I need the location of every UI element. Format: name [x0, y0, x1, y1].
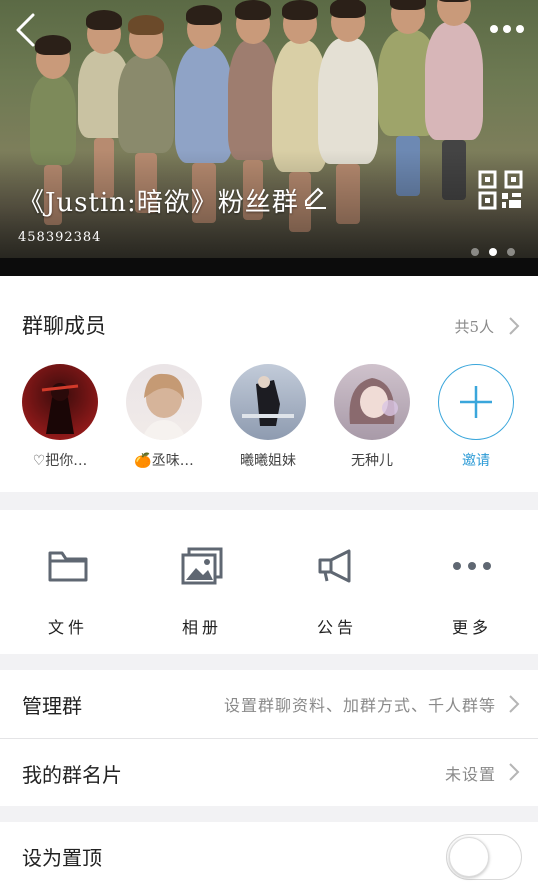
back-button[interactable]	[10, 12, 40, 48]
carousel-indicator	[471, 248, 515, 256]
member-item[interactable]: 无种儿	[334, 364, 410, 470]
member-name: 曦曦姐妹	[240, 453, 296, 469]
group-id: 458392384	[18, 230, 102, 245]
tool-label: 公告	[316, 618, 357, 637]
tool-album[interactable]: 相册	[162, 546, 242, 638]
album-icon	[181, 547, 223, 585]
avatar	[230, 364, 306, 440]
row-value: 设置群聊资料、加群方式、千人群等	[223, 696, 496, 715]
member-item[interactable]: 🍊丞味…	[126, 364, 202, 470]
toggle-knob	[449, 837, 489, 877]
avatar	[126, 364, 202, 440]
tool-label: 更多	[451, 618, 492, 637]
invite-label: 邀请	[462, 453, 490, 469]
tool-files[interactable]: 文件	[28, 546, 108, 638]
tool-label: 文件	[47, 618, 88, 637]
chevron-right-icon[interactable]	[508, 316, 520, 336]
members-count[interactable]: 共5人	[454, 316, 494, 337]
row-title: 管理群	[22, 694, 82, 718]
banner-bottom-band	[0, 258, 538, 276]
folder-icon	[48, 551, 88, 582]
chevron-right-icon	[509, 763, 520, 781]
my-group-card-row[interactable]: 我的群名片 未设置	[0, 739, 538, 806]
chevron-right-icon	[509, 695, 520, 713]
invite-circle	[438, 364, 514, 440]
members-heading: 群聊成员	[22, 314, 106, 338]
member-item[interactable]: 曦曦姐妹	[230, 364, 306, 470]
row-title: 我的群名片	[22, 763, 122, 787]
megaphone-icon	[318, 549, 351, 583]
qr-code-icon[interactable]	[478, 170, 524, 210]
member-item[interactable]: ♡把你…	[22, 364, 98, 470]
plus-icon	[460, 386, 492, 418]
pin-to-top-row: 设为置顶	[0, 822, 538, 885]
group-name: 《Justin:暗欲》粉丝群	[18, 188, 299, 218]
edit-pencil-icon[interactable]	[302, 183, 328, 209]
tool-announcement[interactable]: 公告	[297, 546, 377, 638]
member-name: 🍊丞味…	[134, 453, 194, 469]
manage-group-row[interactable]: 管理群 设置群聊资料、加群方式、千人群等	[0, 670, 538, 738]
group-tools-section: 文件 相册 公告 更多	[0, 510, 538, 654]
carousel-dot	[507, 248, 515, 256]
tool-more[interactable]: 更多	[432, 546, 512, 638]
chevron-left-icon	[16, 13, 35, 47]
carousel-dot-active	[489, 248, 497, 256]
member-name: ♡把你…	[32, 453, 88, 469]
pin-to-top-toggle[interactable]	[446, 834, 522, 880]
avatar	[334, 364, 410, 440]
avatar	[22, 364, 98, 440]
tool-label: 相册	[181, 618, 222, 637]
member-name: 无种儿	[351, 453, 393, 469]
row-value: 未设置	[444, 765, 496, 784]
group-header-banner: 《Justin:暗欲》粉丝群 458392384	[0, 0, 538, 276]
more-dots-icon	[453, 562, 491, 570]
carousel-dot	[471, 248, 479, 256]
more-dots-icon	[490, 25, 524, 33]
invite-button[interactable]: 邀请	[438, 364, 514, 470]
more-options-button[interactable]	[486, 14, 528, 44]
members-section: 群聊成员 共5人 ♡把你… 🍊丞味… 曦曦姐妹 无种儿 邀请	[0, 276, 538, 492]
row-title: 设为置顶	[22, 846, 102, 870]
